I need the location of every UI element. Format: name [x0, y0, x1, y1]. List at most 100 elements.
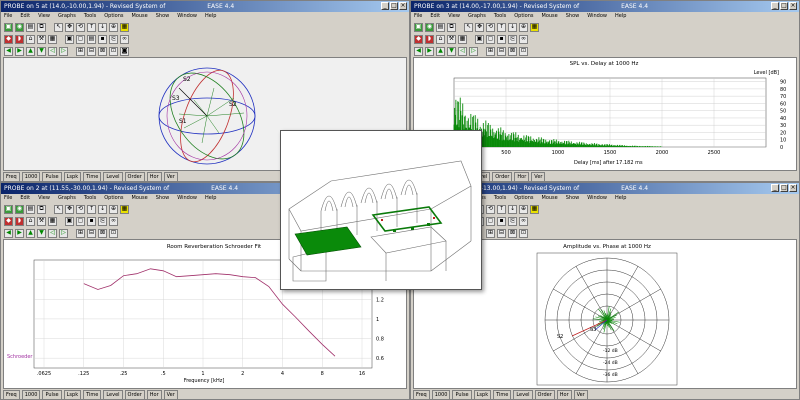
up-icon[interactable]: ▲ [26, 228, 35, 238]
rotate-icon[interactable]: ⟲ [486, 204, 495, 214]
status-ver[interactable]: Ver [163, 172, 178, 181]
mode-a-icon[interactable]: ▣ [65, 216, 74, 226]
menu-item[interactable]: Show [156, 195, 170, 201]
arrow-down-icon[interactable]: ↓ [508, 204, 517, 214]
fit-icon[interactable]: ▦ [530, 22, 539, 32]
view-3-icon[interactable]: ⊠ [508, 46, 517, 56]
status-level[interactable]: Level [103, 390, 123, 399]
view-2-icon[interactable]: ⊟ [497, 228, 506, 238]
link-icon[interactable]: ∞ [120, 34, 129, 44]
camera-icon[interactable]: ◙ [120, 46, 129, 56]
status-freq[interactable]: Freq [3, 172, 20, 181]
zoom-icon[interactable]: ⊕ [519, 22, 528, 32]
menu-item[interactable]: Tools [494, 13, 506, 19]
zoom-icon[interactable]: ⊕ [109, 22, 118, 32]
pointer-icon[interactable]: ↖ [464, 22, 473, 32]
status-freq-value[interactable]: 1000 [431, 390, 451, 399]
status-order[interactable]: Order [124, 390, 145, 399]
down-icon[interactable]: ▼ [37, 228, 46, 238]
house-icon[interactable]: ⌂ [26, 216, 35, 226]
close-icon[interactable]: × [789, 184, 797, 192]
menu-item[interactable]: Show [566, 13, 580, 19]
speaker-icon[interactable]: ◆ [4, 34, 13, 44]
pointer-icon[interactable]: ↖ [54, 204, 63, 214]
speaker-icon[interactable]: ◆ [4, 216, 13, 226]
left-icon[interactable]: ◁ [48, 46, 57, 56]
status-ver[interactable]: Ver [531, 172, 546, 181]
print-icon[interactable]: ▤ [436, 22, 445, 32]
pointer-icon[interactable]: ↖ [54, 22, 63, 32]
back-icon[interactable]: ◀ [4, 228, 13, 238]
view-3-icon[interactable]: ⊠ [98, 228, 107, 238]
right-icon[interactable]: ▷ [59, 228, 68, 238]
status-order[interactable]: Order [492, 172, 513, 181]
menu-item[interactable]: Window [177, 13, 197, 19]
view-4-icon[interactable]: ⊡ [519, 46, 528, 56]
arrow-up-icon[interactable]: ↑ [497, 22, 506, 32]
tool-icon[interactable]: ⚒ [447, 34, 456, 44]
view-3-icon[interactable]: ⊠ [508, 228, 517, 238]
rotate-icon[interactable]: ⟲ [486, 22, 495, 32]
menu-item[interactable]: Help [615, 13, 626, 19]
menu-item[interactable]: Edit [430, 13, 440, 19]
maximize-icon[interactable]: □ [780, 184, 788, 192]
status-hor[interactable]: Hor [514, 172, 530, 181]
clipboard-icon[interactable]: ⎘ [109, 34, 118, 44]
menu-item[interactable]: Window [587, 13, 607, 19]
close-icon[interactable]: × [789, 2, 797, 10]
status-order[interactable]: Order [124, 172, 145, 181]
arrow-down-icon[interactable]: ↓ [98, 22, 107, 32]
menu-item[interactable]: Tools [84, 13, 96, 19]
left-icon[interactable]: ◁ [458, 46, 467, 56]
status-time[interactable]: Time [83, 390, 102, 399]
status-order[interactable]: Order [534, 390, 555, 399]
menu-item[interactable]: Graphs [58, 13, 76, 19]
menu-item[interactable]: View [38, 13, 50, 19]
menu-item[interactable]: View [38, 195, 50, 201]
status-time[interactable]: Time [493, 390, 512, 399]
forward-icon[interactable]: ▶ [15, 228, 24, 238]
right-icon[interactable]: ▷ [59, 46, 68, 56]
status-pulse[interactable]: Pulse [42, 390, 62, 399]
copy-icon[interactable]: ⧉ [37, 204, 46, 214]
fit-icon[interactable]: ▦ [530, 204, 539, 214]
view-1-icon[interactable]: ⊞ [76, 46, 85, 56]
menu-item[interactable]: Mouse [542, 195, 558, 201]
link-icon[interactable]: ∞ [519, 34, 528, 44]
menu-item[interactable]: Tools [494, 195, 506, 201]
arrow-down-icon[interactable]: ↓ [98, 204, 107, 214]
view-4-icon[interactable]: ⊡ [519, 228, 528, 238]
probe-icon[interactable]: ◉ [15, 22, 24, 32]
minimize-icon[interactable]: _ [771, 184, 779, 192]
link-icon[interactable]: ∞ [519, 216, 528, 226]
arrow-up-icon[interactable]: ↑ [87, 204, 96, 214]
maximize-icon[interactable]: □ [390, 2, 398, 10]
status-hor[interactable]: Hor [146, 172, 162, 181]
move-icon[interactable]: ✥ [475, 22, 484, 32]
menu-item[interactable]: Graphs [58, 195, 76, 201]
mode-a-icon[interactable]: ▣ [65, 34, 74, 44]
menu-item[interactable]: Window [587, 195, 607, 201]
clipboard-icon[interactable]: ⎘ [508, 216, 517, 226]
up-icon[interactable]: ▲ [26, 46, 35, 56]
view-1-icon[interactable]: ⊞ [486, 228, 495, 238]
copy-icon[interactable]: ⧉ [447, 22, 456, 32]
save-icon[interactable]: ▪ [497, 34, 506, 44]
status-pulse[interactable]: Pulse [42, 172, 62, 181]
save-icon[interactable]: ▪ [497, 216, 506, 226]
copy-icon[interactable]: ⧉ [37, 22, 46, 32]
mode-b-icon[interactable]: ▢ [486, 216, 495, 226]
mode-b-icon[interactable]: ▢ [76, 34, 85, 44]
grid-icon[interactable]: ▦ [48, 216, 57, 226]
rotate-icon[interactable]: ⟲ [76, 204, 85, 214]
menu-item[interactable]: Show [566, 195, 580, 201]
status-time[interactable]: Time [83, 172, 102, 181]
open-icon[interactable]: ▣ [4, 204, 13, 214]
view-1-icon[interactable]: ⊞ [486, 46, 495, 56]
menu-item[interactable]: Help [205, 195, 216, 201]
down-icon[interactable]: ▼ [447, 46, 456, 56]
status-hor[interactable]: Hor [146, 390, 162, 399]
grid-icon[interactable]: ▦ [458, 34, 467, 44]
view-2-icon[interactable]: ⊟ [87, 46, 96, 56]
left-icon[interactable]: ◁ [48, 228, 57, 238]
